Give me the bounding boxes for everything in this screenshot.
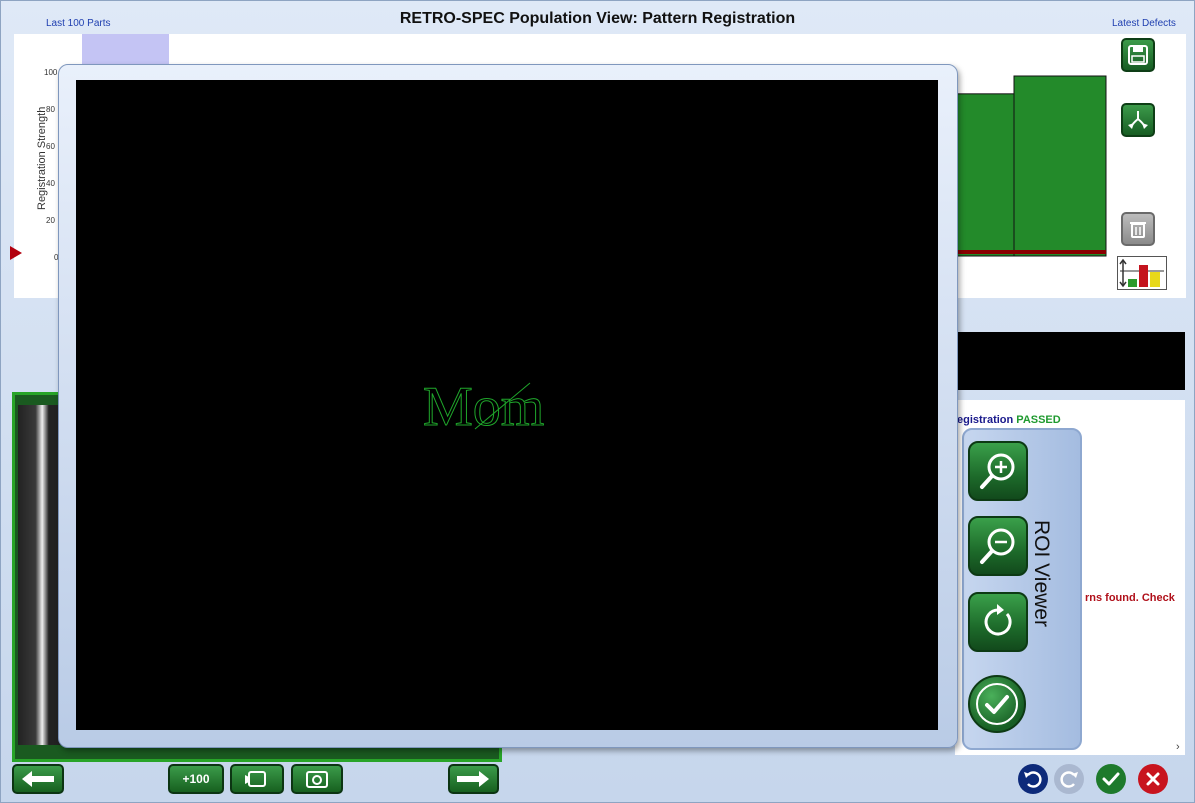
merge-button[interactable] [1121, 103, 1155, 137]
pattern-outline: Mom [423, 376, 545, 439]
zoom-in-button[interactable] [968, 441, 1028, 501]
zoom-out-button[interactable] [968, 516, 1028, 576]
undo-button[interactable] [1018, 764, 1048, 794]
camera-mode-button[interactable] [230, 764, 284, 794]
rotate-icon [984, 604, 1012, 636]
last-100-parts-label: Last 100 Parts [46, 18, 111, 29]
ok-button[interactable] [1096, 764, 1126, 794]
camera-icon [245, 771, 266, 787]
zoom-out-icon [980, 528, 1015, 564]
status-result: PASSED [1016, 414, 1061, 426]
save-button[interactable] [1121, 38, 1155, 72]
y-tick: 80 [46, 105, 55, 114]
defect-bar [1013, 75, 1107, 257]
undo-icon [1024, 771, 1042, 788]
zoom-in-icon [980, 453, 1015, 489]
part-image [18, 405, 62, 745]
chart-highlight-strip [82, 34, 169, 64]
arrow-right-icon [457, 771, 489, 787]
pattern-outline-text: Mom [423, 376, 544, 438]
trash-icon [1130, 222, 1146, 238]
y-axis-title: Registration Strength [36, 106, 48, 210]
add-100-button[interactable]: +100 [168, 764, 224, 794]
snapshot-icon [306, 771, 328, 788]
y-tick: 20 [46, 216, 55, 225]
window-title: RETRO-SPEC Population View: Pattern Regi… [399, 10, 796, 27]
snapshot-button[interactable] [291, 764, 343, 794]
delete-button[interactable] [1121, 212, 1155, 246]
y-tick: 100 [44, 68, 58, 77]
chevron-right-icon[interactable]: › [1176, 741, 1180, 753]
previous-button[interactable] [12, 764, 64, 794]
current-part-pointer [10, 246, 22, 260]
status-banner [955, 332, 1185, 390]
check-circle-icon [1102, 772, 1120, 786]
redo-icon [1060, 771, 1078, 788]
chart-scale-button[interactable] [1117, 256, 1167, 290]
status-line: egistration PASSED [957, 414, 1061, 426]
status-text: egistration [957, 414, 1017, 426]
status-warning: rns found. Check [1085, 592, 1175, 604]
latest-defects-label: Latest Defects [1112, 18, 1176, 29]
threshold-line [940, 250, 1106, 254]
floppy-disk-icon [1128, 45, 1148, 65]
y-tick: 60 [46, 142, 55, 151]
redo-button[interactable] [1054, 764, 1084, 794]
merge-arrows-icon [1128, 111, 1148, 129]
accept-button[interactable] [968, 675, 1026, 733]
next-button[interactable] [448, 764, 499, 794]
y-tick: 40 [46, 179, 55, 188]
close-circle-icon [1146, 772, 1160, 786]
arrow-left-icon [22, 771, 54, 787]
cancel-button[interactable] [1138, 764, 1168, 794]
checkmark-icon [976, 683, 1018, 725]
roi-viewer-title: ROI Viewer [1030, 520, 1053, 627]
rotate-button[interactable] [968, 592, 1028, 652]
bar-chart-scale-icon [1119, 258, 1164, 288]
